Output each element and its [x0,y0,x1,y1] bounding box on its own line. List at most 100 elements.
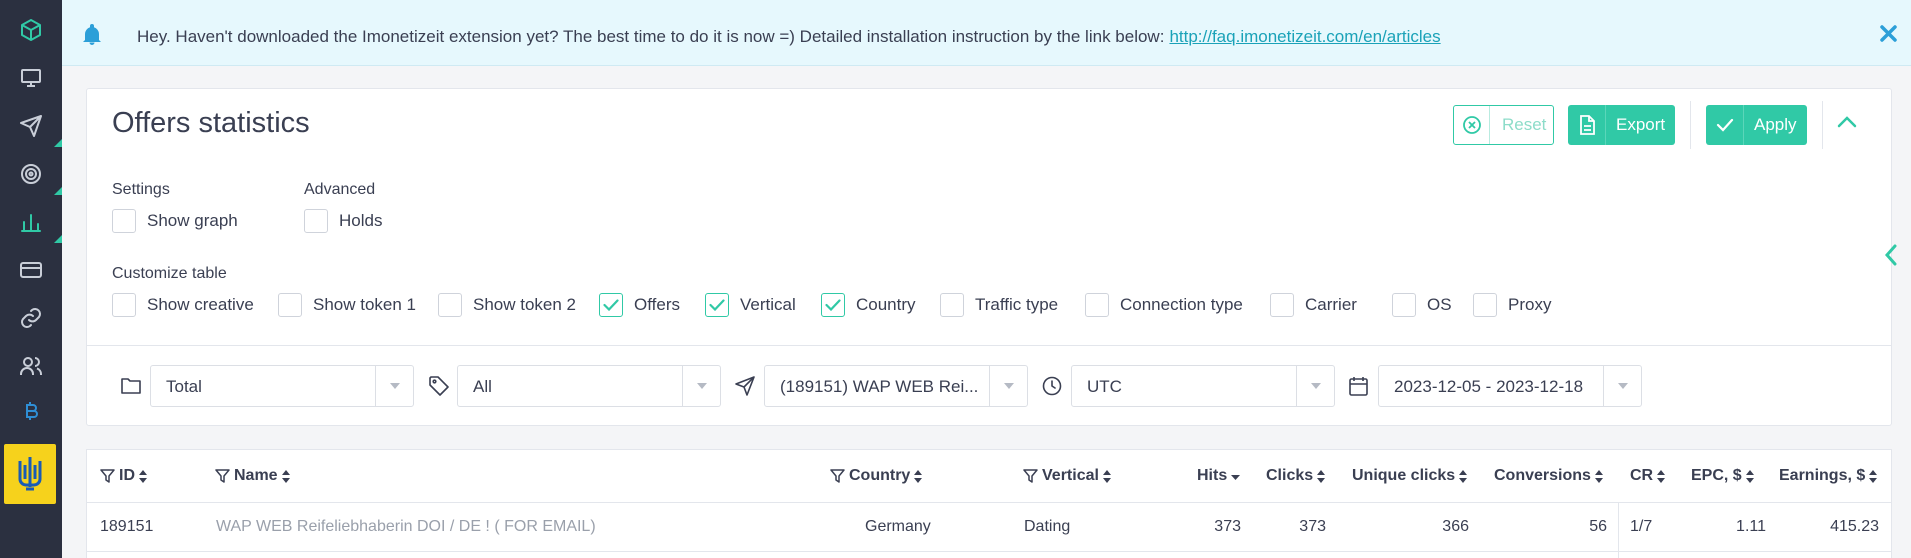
col-header-name[interactable]: Name [215,450,290,502]
show-creative-checkbox[interactable]: Show creative [112,293,254,317]
col-header-hits[interactable]: Hits [1197,450,1241,502]
col-header-cr[interactable]: CR [1630,450,1666,502]
clock-icon [1042,376,1062,401]
bell-icon [80,23,104,52]
sort-icon[interactable] [1594,469,1603,483]
sort-icon[interactable] [139,469,147,483]
sidebar-item-payments[interactable] [0,249,62,291]
vertical-checkbox[interactable]: Vertical [705,293,796,317]
cell-earnings: 415.23 [1830,518,1879,535]
sidebar-item-crypto[interactable] [0,390,62,432]
reset-icon [1454,106,1490,144]
checkbox-box[interactable] [1270,293,1294,317]
chevron-down-icon[interactable] [989,366,1027,406]
filter-icon[interactable] [100,468,115,484]
sort-icon[interactable] [1317,469,1326,483]
cell-epc: 1.11 [1736,518,1766,535]
chevron-down-icon[interactable] [1296,366,1334,406]
notice-link[interactable]: http://faq.imonetizeit.com/en/articles [1169,27,1440,46]
sidebar-item-targeting[interactable] [0,153,62,195]
export-button[interactable]: Export [1568,105,1675,145]
checkbox-box[interactable] [1473,293,1497,317]
reset-button[interactable]: Reset [1453,105,1554,145]
checkbox-label: Carrier [1305,295,1357,314]
holds-checkbox[interactable]: Holds [304,209,382,233]
header-label: Conversions [1494,467,1591,484]
connection-type-checkbox[interactable]: Connection type [1085,293,1243,317]
carrier-checkbox[interactable]: Carrier [1270,293,1357,317]
filter-icon[interactable] [215,468,230,484]
chevron-left-icon[interactable] [1884,244,1898,271]
chevron-down-icon[interactable] [375,366,413,406]
credit-card-icon [20,262,42,278]
sort-desc-icon[interactable] [1231,470,1241,483]
proxy-checkbox[interactable]: Proxy [1473,293,1551,317]
header-label: Earnings, $ [1779,467,1866,484]
close-icon[interactable] [1880,25,1897,47]
checkbox-box[interactable] [112,209,136,233]
country-checkbox[interactable]: Country [821,293,916,317]
sort-icon[interactable] [1869,469,1878,483]
show-token-1-checkbox[interactable]: Show token 1 [278,293,416,317]
chevron-down-icon[interactable] [1603,366,1641,406]
filter-icon[interactable] [1023,468,1038,484]
apply-button[interactable]: Apply [1706,105,1807,145]
checkbox-box[interactable] [438,293,462,317]
timezone-select[interactable]: UTC [1071,365,1335,407]
show-graph-checkbox[interactable]: Show graph [112,209,238,233]
traffic-type-checkbox[interactable]: Traffic type [940,293,1058,317]
customize-table-label: Customize table [112,265,227,282]
checkbox-label: Country [856,295,916,314]
chevron-up-icon[interactable] [1837,115,1857,133]
cell-id: 189151 [100,518,154,535]
sidebar [0,0,62,558]
chevron-down-icon[interactable] [682,366,720,406]
checkbox-box[interactable] [304,209,328,233]
sidebar-item-links[interactable] [0,297,62,339]
offer-select[interactable]: (189151) WAP WEB Rei... [764,365,1028,407]
col-header-id[interactable]: ID [100,450,147,502]
show-token-2-checkbox[interactable]: Show token 2 [438,293,576,317]
checkbox-label: Show token 2 [473,295,577,314]
sort-icon[interactable] [1459,469,1468,483]
bar-chart-icon [21,214,41,232]
sidebar-item-campaigns[interactable] [0,105,62,147]
cell-name[interactable]: WAP WEB Reifeliebhaberin DOI / DE ! ( FO… [216,518,596,536]
sort-icon[interactable] [914,469,923,483]
sort-icon[interactable] [1657,469,1666,483]
header-label: Vertical [1042,467,1099,484]
col-header-unique-clicks[interactable]: Unique clicks [1352,450,1468,502]
header-label: Unique clicks [1352,467,1456,484]
checkbox-box[interactable] [1392,293,1416,317]
col-header-country[interactable]: Country [830,450,923,502]
checkbox-box[interactable] [278,293,302,317]
col-header-epc[interactable]: EPC, $ [1691,450,1754,502]
sidebar-item-statistics[interactable] [0,201,62,243]
offers-checkbox[interactable]: Offers [599,293,680,317]
checkbox-box[interactable] [705,293,729,317]
date-range-select[interactable]: 2023-12-05 - 2023-12-18 [1378,365,1642,407]
col-header-earnings[interactable]: Earnings, $ [1779,450,1878,502]
checkbox-box[interactable] [1085,293,1109,317]
sort-icon[interactable] [1745,469,1754,483]
cell-cr: 1/7 [1630,518,1653,535]
col-header-conversions[interactable]: Conversions [1494,450,1603,502]
filter-icon[interactable] [830,468,845,484]
sidebar-item-dashboard[interactable] [0,57,62,99]
col-header-clicks[interactable]: Clicks [1266,450,1326,502]
checkbox-box[interactable] [599,293,623,317]
col-header-vertical[interactable]: Vertical [1023,450,1111,502]
tag-select[interactable]: All [457,365,721,407]
checkbox-box[interactable] [112,293,136,317]
sidebar-item-referrals[interactable] [0,345,62,387]
checkbox-box[interactable] [940,293,964,317]
checkbox-box[interactable] [821,293,845,317]
calendar-icon [1349,376,1368,401]
sort-icon[interactable] [281,469,290,483]
sort-icon[interactable] [1102,469,1111,483]
group-select[interactable]: Total [150,365,414,407]
os-checkbox[interactable]: OS [1392,293,1452,317]
sidebar-item-ukraine[interactable] [4,444,56,504]
header-label: Hits [1197,467,1228,484]
sidebar-item-offers[interactable] [0,9,62,51]
